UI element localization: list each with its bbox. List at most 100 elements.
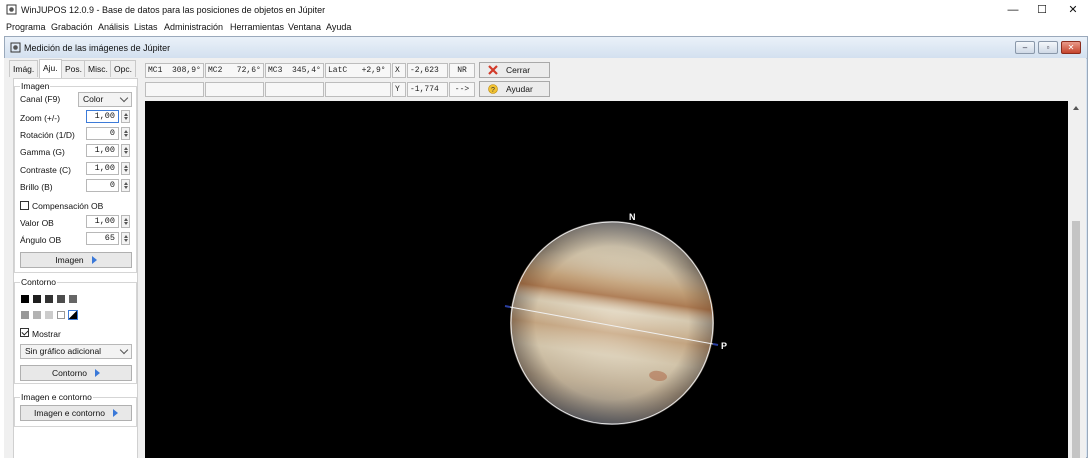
imagen-button[interactable]: Imagen — [20, 252, 132, 268]
color-swatch-light-3[interactable] — [45, 311, 53, 319]
arrow-readout: --> — [449, 82, 475, 97]
chevron-down-icon — [119, 93, 129, 103]
imagen-contorno-button[interactable]: Imagen e contorno — [20, 405, 132, 421]
latc-readout: LatC +2,9° — [325, 63, 391, 78]
contraste-label: Contraste (C) — [20, 165, 72, 175]
cerrar-button-label: Cerrar — [506, 65, 531, 75]
canal-select[interactable]: Color — [78, 92, 132, 107]
color-swatch-light-2[interactable] — [33, 311, 41, 319]
zoom-input[interactable]: 1,00 — [86, 110, 119, 123]
mostrar-checkbox[interactable] — [20, 328, 29, 337]
menu-listas[interactable]: Listas — [134, 22, 158, 32]
grafico-adicional-select[interactable]: Sin gráfico adicional — [20, 344, 132, 359]
brillo-label: Brillo (B) — [20, 182, 53, 192]
brillo-input[interactable]: 0 — [86, 179, 119, 192]
tab-opciones[interactable]: Opc. — [110, 60, 136, 77]
window-title: WinJUPOS 12.0.9 - Base de datos para las… — [21, 5, 326, 15]
color-swatch-selected[interactable] — [68, 310, 78, 320]
imagen-contorno-button-label: Imagen e contorno — [34, 408, 105, 418]
menu-ventana[interactable]: Ventana — [288, 22, 321, 32]
contraste-input[interactable]: 1,00 — [86, 162, 119, 175]
measurement-window-titlebar: Medición de las imágenes de Júpiter – ▫ … — [5, 37, 1087, 59]
close-button[interactable]: ✕ — [1058, 2, 1088, 18]
x-readout: -2,623 — [407, 63, 448, 78]
cerrar-button[interactable]: Cerrar — [479, 62, 550, 78]
gamma-input[interactable]: 1,00 — [86, 144, 119, 157]
row2-cell-2 — [205, 82, 264, 97]
menu-analisis[interactable]: Análisis — [98, 22, 129, 32]
color-swatch-dark-2[interactable] — [45, 295, 53, 303]
gamma-stepper[interactable] — [121, 144, 130, 157]
canal-select-value: Color — [83, 94, 104, 104]
color-swatch-light-1[interactable] — [21, 311, 29, 319]
rotacion-input[interactable]: 0 — [86, 127, 119, 140]
child-close-button[interactable]: ✕ — [1061, 41, 1081, 54]
color-swatch-dark-4[interactable] — [69, 295, 77, 303]
color-swatch-dark-1[interactable] — [33, 295, 41, 303]
angulo-ob-stepper[interactable] — [121, 232, 130, 245]
imagen-contorno-group-label: Imagen e contorno — [20, 392, 93, 402]
angulo-ob-input[interactable]: 65 — [86, 232, 119, 245]
maximize-button[interactable]: ☐ — [1027, 2, 1057, 18]
menu-herramientas[interactable]: Herramientas — [230, 22, 284, 32]
imagen-button-label: Imagen — [55, 255, 84, 265]
measurement-window-title: Medición de las imágenes de Júpiter — [24, 43, 171, 53]
play-icon — [94, 369, 100, 377]
y-readout: -1,774 — [407, 82, 448, 97]
nr-readout: NR — [449, 63, 475, 78]
contraste-stepper[interactable] — [121, 162, 130, 175]
brillo-stepper[interactable] — [121, 179, 130, 192]
contorno-group-label: Contorno — [20, 277, 57, 287]
valor-ob-input[interactable]: 1,00 — [86, 215, 119, 228]
menu-programa[interactable]: Programa — [6, 22, 46, 32]
valor-ob-label: Valor OB — [20, 218, 54, 228]
x-label: X — [392, 63, 406, 78]
menu-grabacion[interactable]: Grabación — [51, 22, 93, 32]
zoom-stepper[interactable] — [121, 110, 130, 123]
color-swatch-black[interactable] — [21, 295, 29, 303]
contorno-button[interactable]: Contorno — [20, 365, 132, 381]
rotacion-stepper[interactable] — [121, 127, 130, 140]
scroll-thumb[interactable] — [1072, 221, 1080, 458]
child-restore-button[interactable]: ▫ — [1038, 41, 1058, 54]
zoom-label: Zoom (+/-) — [20, 113, 60, 123]
minimize-button[interactable]: — — [998, 2, 1028, 18]
svg-text:?: ? — [491, 87, 495, 94]
ayudar-button[interactable]: ? Ayudar — [479, 81, 550, 97]
close-icon — [488, 65, 498, 75]
grafico-adicional-value: Sin gráfico adicional — [25, 346, 102, 356]
help-icon: ? — [488, 84, 498, 94]
color-swatch-white[interactable] — [57, 311, 65, 319]
row2-cell-1 — [145, 82, 204, 97]
compensacion-ob-checkbox[interactable] — [20, 201, 29, 210]
image-view[interactable]: N P — [145, 101, 1068, 458]
menu-ayuda[interactable]: Ayuda — [326, 22, 351, 32]
mc1-readout: MC1 308,9° — [145, 63, 204, 78]
tab-imagen[interactable]: Imág. — [9, 60, 39, 77]
vertical-scrollbar[interactable] — [1069, 101, 1083, 458]
menu-administracion[interactable]: Administración — [164, 22, 223, 32]
tab-miscelanea[interactable]: Misc. — [84, 60, 112, 77]
valor-ob-stepper[interactable] — [121, 215, 130, 228]
color-swatch-dark-3[interactable] — [57, 295, 65, 303]
mostrar-label: Mostrar — [32, 329, 61, 339]
ayudar-button-label: Ayudar — [506, 84, 533, 94]
compensacion-ob-label: Compensación OB — [32, 201, 104, 211]
play-icon — [112, 409, 118, 417]
angulo-ob-label: Ángulo OB — [20, 235, 62, 245]
canal-label: Canal (F9) — [20, 94, 61, 104]
child-minimize-button[interactable]: – — [1015, 41, 1035, 54]
play-icon — [91, 256, 97, 264]
mc3-readout: MC3 345,4° — [265, 63, 324, 78]
title-bar: WinJUPOS 12.0.9 - Base de datos para las… — [0, 0, 1090, 20]
p-marker: P — [721, 341, 728, 351]
app-icon — [6, 4, 17, 15]
tab-ajustes[interactable]: Aju. — [39, 59, 62, 78]
imagen-group-label: Imagen — [20, 81, 51, 91]
tab-posicion[interactable]: Pos. — [61, 60, 87, 77]
scroll-up-icon[interactable] — [1073, 106, 1079, 110]
gamma-label: Gamma (G) — [20, 147, 65, 157]
north-marker: N — [629, 212, 636, 222]
menu-bar: Programa Grabación Análisis Listas Admin… — [0, 20, 1090, 36]
jupiter-image — [496, 207, 728, 439]
